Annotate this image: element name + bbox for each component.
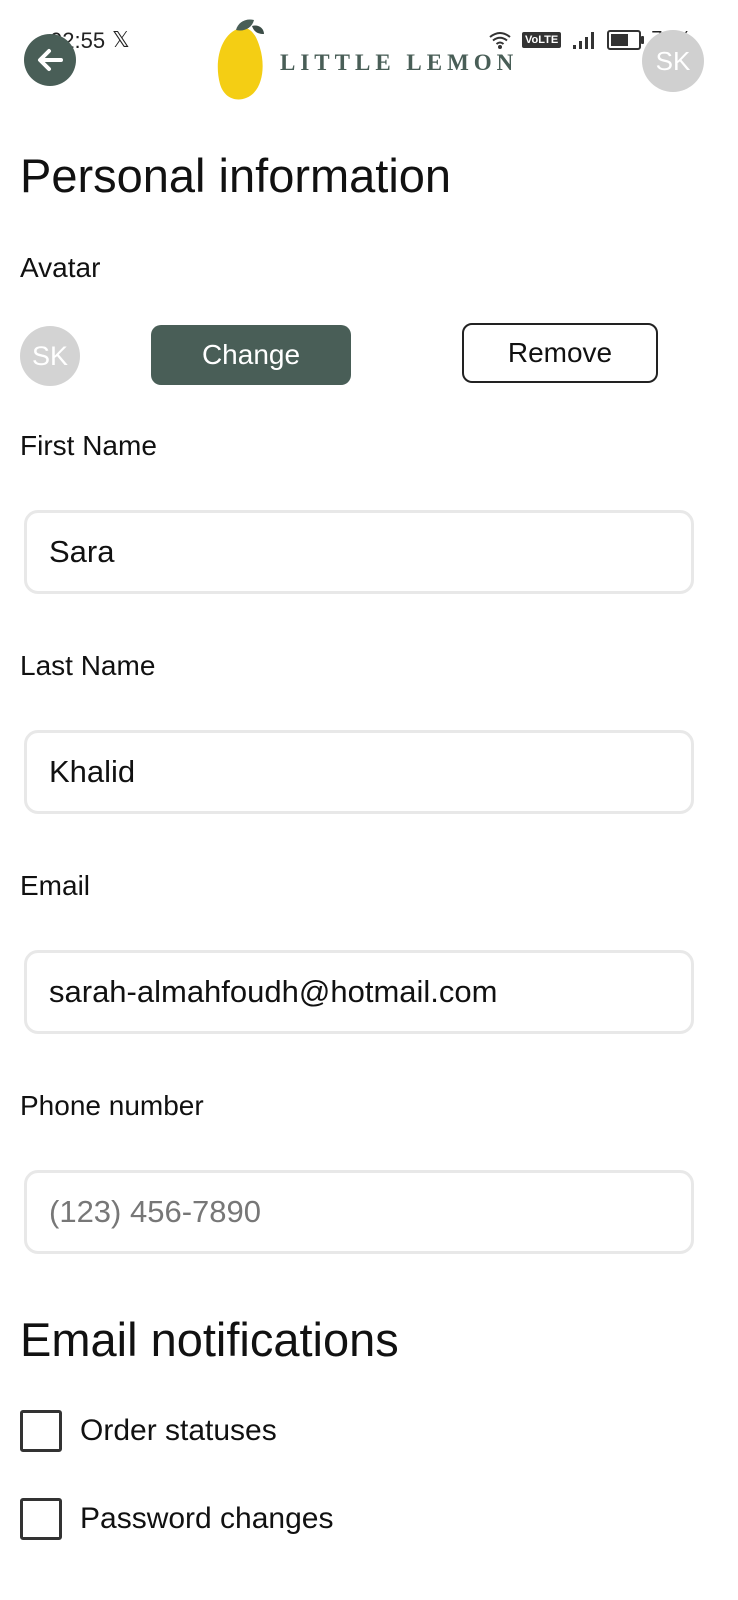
header-avatar[interactable]: SK	[642, 30, 704, 92]
first-name-label: First Name	[20, 430, 157, 461]
phone-label: Phone number	[20, 1090, 204, 1121]
last-name-label: Last Name	[20, 650, 156, 681]
first-name-field-container	[24, 510, 694, 594]
logo-text: LITTLE LEMON	[280, 50, 519, 75]
email-field[interactable]	[27, 953, 691, 1031]
x-app-icon: 𝕏	[112, 27, 130, 52]
avatar: SK	[20, 326, 80, 386]
phone-field-container	[24, 1170, 694, 1254]
wifi-icon	[489, 31, 511, 49]
avatar-label: Avatar	[20, 252, 101, 283]
checkbox-password-changes[interactable]: Password changes	[20, 1498, 333, 1540]
lemon-logo-icon	[217, 19, 264, 100]
email-field-container	[24, 950, 694, 1034]
checkbox-order-statuses[interactable]: Order statuses	[20, 1410, 277, 1452]
back-button[interactable]	[24, 34, 76, 86]
change-avatar-button[interactable]: Change	[151, 325, 351, 385]
email-label: Email	[20, 870, 91, 901]
remove-avatar-button[interactable]: Remove	[462, 323, 658, 383]
last-name-field[interactable]	[27, 733, 691, 811]
last-name-field-container	[24, 730, 694, 814]
signal-icon	[573, 31, 595, 49]
page-title: Personal information	[20, 149, 452, 202]
checkbox-icon[interactable]	[20, 1410, 62, 1452]
notifications-title: Email notifications	[20, 1313, 399, 1366]
checkbox-icon[interactable]	[20, 1498, 62, 1540]
arrow-left-icon	[38, 49, 63, 71]
volte-badge: VoLTE	[522, 31, 562, 48]
battery-icon	[607, 29, 645, 50]
first-name-field[interactable]	[27, 513, 691, 591]
checkbox-label: Order statuses	[80, 1414, 277, 1447]
checkbox-label: Password changes	[80, 1502, 334, 1535]
phone-field[interactable]	[27, 1173, 691, 1251]
